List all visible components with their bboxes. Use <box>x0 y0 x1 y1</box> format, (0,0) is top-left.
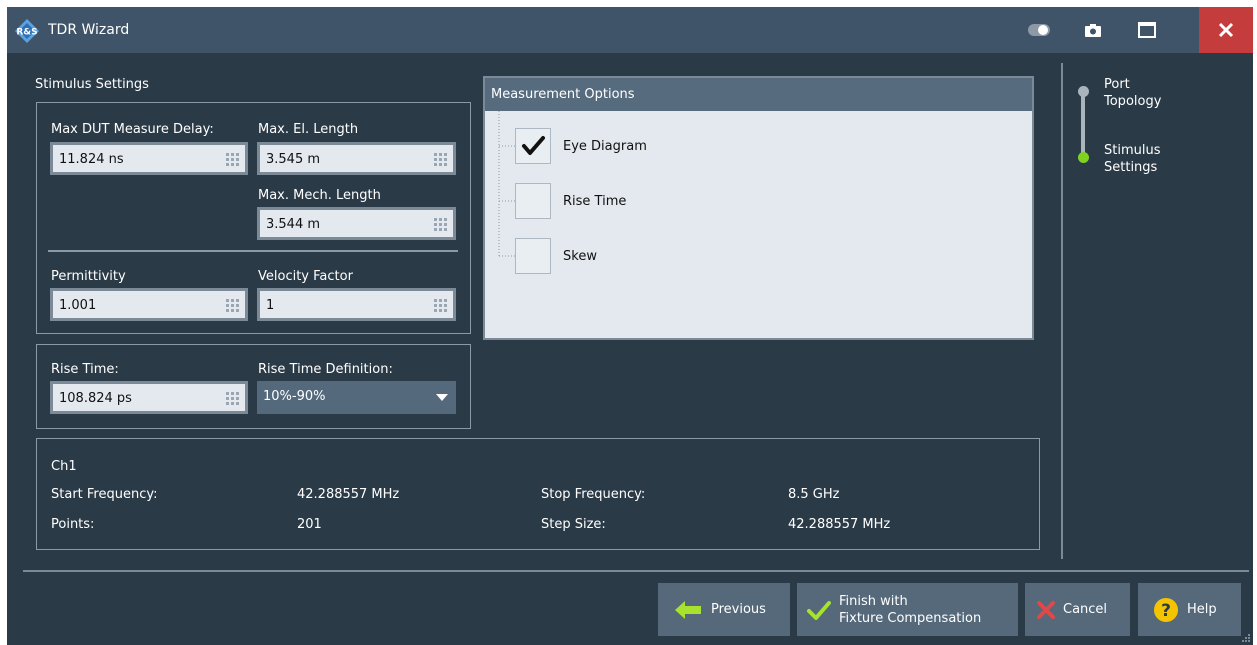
window-title: TDR Wizard <box>48 22 130 38</box>
help-label: Help <box>1187 602 1217 617</box>
velocity-factor-label: Velocity Factor <box>258 269 353 284</box>
channel-info-panel: Ch1 Start Frequency: 42.288557 MHz Stop … <box>36 438 1040 550</box>
points-value: 201 <box>297 517 322 532</box>
previous-button[interactable]: Previous <box>658 583 790 636</box>
toggle-icon <box>1028 24 1050 36</box>
velocity-factor-value: 1 <box>266 298 275 313</box>
stop-frequency-value: 8.5 GHz <box>788 487 840 502</box>
points-label: Points: <box>51 517 95 532</box>
keypad-icon <box>226 392 239 405</box>
rise-time-definition-label: Rise Time Definition: <box>258 362 393 377</box>
cancel-button[interactable]: Cancel <box>1025 583 1130 636</box>
max-el-length-label: Max. El. Length <box>258 122 359 137</box>
cross-icon <box>1037 600 1055 619</box>
start-frequency-value: 42.288557 MHz <box>297 487 400 502</box>
eye-diagram-label: Eye Diagram <box>563 139 647 154</box>
finish-label-line1: Finish with <box>839 593 908 609</box>
step-port-topology-line2: Topology <box>1104 94 1162 109</box>
rise-time-checkbox[interactable] <box>515 183 551 219</box>
camera-icon <box>1085 23 1101 37</box>
help-button[interactable]: ? Help <box>1138 583 1241 636</box>
close-icon <box>1218 22 1234 38</box>
keypad-icon <box>434 299 447 312</box>
channel-name: Ch1 <box>51 459 77 474</box>
checkmark-icon <box>522 136 545 155</box>
close-button[interactable] <box>1199 7 1253 53</box>
permittivity-value: 1.001 <box>59 298 97 313</box>
keypad-icon <box>226 153 239 166</box>
help-icon: ? <box>1153 597 1179 623</box>
keypad-icon <box>434 153 447 166</box>
rise-time-label: Rise Time: <box>51 362 119 377</box>
max-dut-delay-input[interactable]: 11.824 ns <box>50 142 248 175</box>
velocity-factor-input[interactable]: 1 <box>257 288 456 321</box>
rise-time-input[interactable]: 108.824 ps <box>50 381 248 414</box>
dropdown-caret-icon <box>436 394 448 401</box>
keypad-icon <box>434 218 447 231</box>
steps-divider <box>1061 63 1063 559</box>
stimulus-settings-label: Stimulus Settings <box>35 77 149 92</box>
checkmark-icon <box>807 600 831 620</box>
permittivity-input[interactable]: 1.001 <box>50 288 248 321</box>
skew-label: Skew <box>563 249 597 264</box>
step-size-label: Step Size: <box>541 517 606 532</box>
step-progress-track <box>1081 91 1085 157</box>
arrow-left-icon <box>675 600 701 619</box>
step-dot-stimulus-settings <box>1078 152 1089 163</box>
stop-frequency-label: Stop Frequency: <box>541 487 646 502</box>
step-stimulus-settings[interactable]: Stimulus Settings <box>1104 142 1161 176</box>
max-mech-length-input[interactable]: 3.544 m <box>257 207 456 240</box>
skew-checkbox[interactable] <box>515 238 551 274</box>
max-dut-delay-value: 11.824 ns <box>59 152 124 167</box>
svg-text:?: ? <box>1161 601 1171 621</box>
keypad-icon <box>226 299 239 312</box>
permittivity-label: Permittivity <box>51 269 126 284</box>
start-frequency-label: Start Frequency: <box>51 487 158 502</box>
max-el-length-value: 3.545 m <box>266 152 321 167</box>
maximize-button[interactable] <box>1121 7 1173 53</box>
measurement-options-panel: Measurement Options Eye Diagram Rise Tim… <box>483 76 1034 340</box>
max-dut-delay-label: Max DUT Measure Delay: <box>51 122 214 137</box>
svg-text:R&S: R&S <box>16 28 37 38</box>
rohde-schwarz-logo: R&S <box>15 19 39 43</box>
max-mech-length-value: 3.544 m <box>266 217 321 232</box>
step-port-topology-line1: Port <box>1104 77 1130 92</box>
rise-time-definition-value: 10%-90% <box>263 389 326 404</box>
max-el-length-input[interactable]: 3.545 m <box>257 142 456 175</box>
tree-connector-lines <box>498 111 515 257</box>
title-bar: R&S TDR Wizard <box>7 7 1253 53</box>
finish-label: Finish with Fixture Compensation <box>839 593 981 627</box>
max-mech-length-label: Max. Mech. Length <box>258 188 381 203</box>
rise-time-definition-select[interactable]: 10%-90% <box>257 381 456 414</box>
rise-time-option-label: Rise Time <box>563 194 627 209</box>
toggle-button[interactable] <box>1013 7 1065 53</box>
finish-label-line2: Fixture Compensation <box>839 610 982 626</box>
finish-button[interactable]: Finish with Fixture Compensation <box>797 583 1018 636</box>
resize-grip-icon[interactable] <box>1241 633 1251 643</box>
cancel-label: Cancel <box>1063 602 1108 617</box>
tdr-wizard-window: R&S TDR Wizard Stimulus Settings Max DUT… <box>7 7 1253 645</box>
step-stimulus-settings-line2: Settings <box>1104 160 1158 175</box>
screenshot-button[interactable] <box>1067 7 1119 53</box>
step-size-value: 42.288557 MHz <box>788 517 891 532</box>
eye-diagram-checkbox[interactable] <box>515 128 551 164</box>
maximize-icon <box>1138 22 1156 38</box>
step-stimulus-settings-line1: Stimulus <box>1104 143 1161 158</box>
group-divider <box>48 250 458 252</box>
step-port-topology[interactable]: Port Topology <box>1104 76 1161 110</box>
step-dot-port-topology <box>1078 86 1089 97</box>
measurement-options-header: Measurement Options <box>485 78 1032 111</box>
footer-divider <box>23 570 1249 572</box>
rise-time-value: 108.824 ps <box>59 391 132 406</box>
previous-label: Previous <box>711 602 766 617</box>
